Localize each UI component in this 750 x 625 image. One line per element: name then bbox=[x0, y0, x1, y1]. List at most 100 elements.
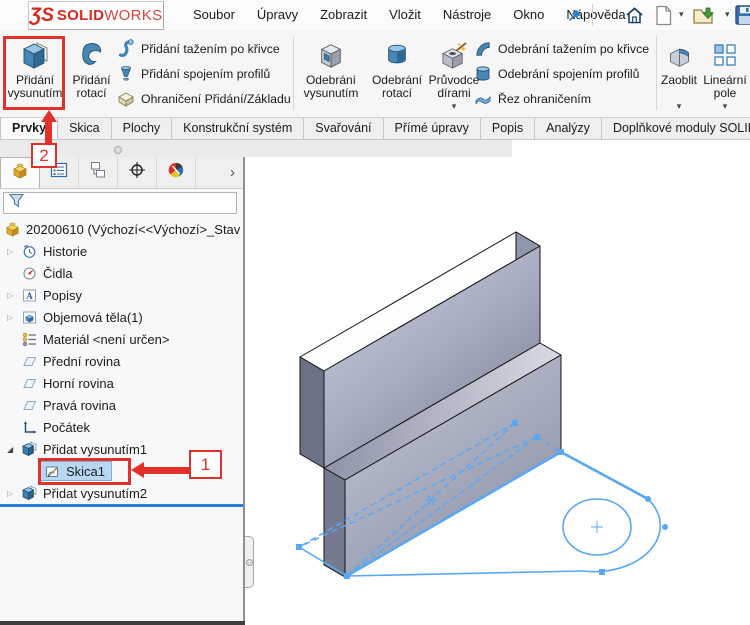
revolved-cut-button[interactable]: Odebrání rotací bbox=[368, 36, 426, 114]
configurations-icon bbox=[89, 161, 107, 184]
home-button[interactable] bbox=[622, 3, 646, 27]
revolved-boss-button[interactable]: Přidání rotací bbox=[69, 36, 114, 114]
tree-item-pocatek[interactable]: Počátek bbox=[0, 416, 241, 438]
sensors-icon bbox=[20, 266, 38, 281]
tree-filter-input[interactable] bbox=[3, 192, 237, 214]
new-document-button[interactable] bbox=[651, 3, 675, 27]
panel-tabs-overflow[interactable]: › bbox=[196, 157, 243, 188]
expand-caret-icon[interactable]: ▷ bbox=[0, 313, 20, 322]
open-document-button[interactable] bbox=[692, 3, 716, 27]
tree-item-label: Popisy bbox=[43, 287, 83, 303]
tree-root-label: 20200610 (Výchozí<<Výchozí>_Stav zob bbox=[26, 221, 241, 237]
tab-popis[interactable]: Popis bbox=[481, 118, 536, 139]
plane-icon bbox=[20, 376, 38, 391]
annotation-step-1: 1 bbox=[189, 450, 222, 479]
tree-item-material[interactable]: Materiál <není určen> bbox=[0, 328, 241, 350]
tree-item-horni-rovina[interactable]: Horní rovina bbox=[0, 372, 241, 394]
dimxpert-target-icon bbox=[128, 161, 146, 184]
model-part[interactable] bbox=[299, 231, 562, 578]
lofted-cut-button[interactable]: Odebrání spojením profilů bbox=[472, 61, 655, 86]
tree-item-objemova-tela[interactable]: ▷ Objemová těla(1) bbox=[0, 306, 241, 328]
tab-plochy[interactable]: Plochy bbox=[112, 118, 173, 139]
tree-item-historie[interactable]: ▷ Historie bbox=[0, 240, 241, 262]
tab-konstrukcni-system[interactable]: Konstrukční systém bbox=[172, 118, 305, 139]
sketch1-preview[interactable] bbox=[296, 420, 668, 579]
expand-caret-icon[interactable]: ▷ bbox=[0, 489, 20, 498]
display-sphere-icon bbox=[167, 161, 185, 184]
menu-soubor[interactable]: Soubor bbox=[182, 0, 246, 30]
tree-root-part[interactable]: 20200610 (Výchozí<<Výchozí>_Stav zob bbox=[0, 218, 241, 240]
fillet-dropdown[interactable]: ▾ bbox=[677, 102, 682, 111]
plane-icon bbox=[20, 354, 38, 369]
button-label-line: vysunutím bbox=[303, 86, 359, 100]
tab-svarovani[interactable]: Svařování bbox=[304, 118, 384, 139]
tree-item-cidla[interactable]: Čidla bbox=[0, 262, 241, 284]
boss-extrude-icon bbox=[20, 485, 38, 501]
tree-item-prava-rovina[interactable]: Pravá rovina bbox=[0, 394, 241, 416]
menu-vlozit[interactable]: Vložit bbox=[378, 0, 432, 30]
solid-bodies-icon bbox=[20, 310, 38, 325]
hole-wizard-button[interactable]: Průvodce dírami ▾ bbox=[429, 36, 479, 114]
lofted-boss-icon bbox=[115, 64, 137, 83]
tab-analyzy[interactable]: Analýzy bbox=[535, 118, 602, 139]
lofted-boss-button[interactable]: Přidání spojením profilů bbox=[115, 61, 292, 86]
tab-skica[interactable]: Skica bbox=[58, 118, 112, 139]
cut-revolve-icon bbox=[383, 36, 411, 74]
swept-cut-icon bbox=[472, 40, 494, 58]
linear-pattern-button[interactable]: Lineární pole ▾ bbox=[701, 36, 749, 114]
tree-item-label: Přidat vysunutím2 bbox=[43, 485, 148, 501]
open-document-dropdown[interactable]: ▾ bbox=[725, 9, 730, 20]
expand-caret-icon[interactable]: ◢ bbox=[0, 445, 20, 454]
tree-item-label: Historie bbox=[43, 243, 88, 259]
menu-zobrazit[interactable]: Zobrazit bbox=[309, 0, 378, 30]
swept-cut-button[interactable]: Odebrání tažením po křivce bbox=[472, 36, 655, 61]
tree-item-pridat-vysunutim2[interactable]: ▷ Přidat vysunutím2 bbox=[0, 482, 241, 504]
part-icon bbox=[3, 221, 21, 238]
extruded-cut-button[interactable]: Odebrání vysunutím bbox=[299, 36, 363, 114]
boundary-cut-button[interactable]: Řez ohraničením bbox=[472, 86, 655, 111]
button-label: Ohraničení Přidání/Základu bbox=[141, 91, 291, 106]
filter-funnel-icon bbox=[8, 192, 25, 214]
tab-prime-upravy[interactable]: Přímé úpravy bbox=[384, 118, 481, 139]
tab-doplnkove-moduly[interactable]: Doplňkové moduly SOLIDWORKS bbox=[602, 118, 750, 139]
tree-item-label: Objemová těla(1) bbox=[43, 309, 143, 325]
configurationmanager-tab[interactable] bbox=[79, 157, 118, 188]
swept-boss-button[interactable]: Přidání tažením po křivce bbox=[115, 36, 292, 61]
hole-wizard-dropdown[interactable]: ▾ bbox=[452, 102, 457, 111]
annotations-folder-icon: A bbox=[20, 288, 38, 303]
fillet-button[interactable]: Zaoblit ▾ bbox=[658, 36, 700, 114]
button-label: Přidání spojením profilů bbox=[141, 66, 271, 81]
boundary-boss-icon bbox=[115, 90, 137, 108]
menu-okno[interactable]: Okno bbox=[502, 0, 555, 30]
boundary-boss-button[interactable]: Ohraničení Přidání/Základu bbox=[115, 86, 292, 111]
sketch-vertex-handles bbox=[296, 420, 668, 579]
menu-nastroje[interactable]: Nástroje bbox=[432, 0, 502, 30]
panel-collapse-handle[interactable] bbox=[245, 536, 254, 588]
collapse-dot-icon bbox=[245, 558, 253, 566]
boundary-cut-icon bbox=[472, 90, 494, 108]
tree-splitter[interactable] bbox=[0, 504, 243, 507]
tree-item-popisy[interactable]: ▷ A Popisy bbox=[0, 284, 241, 306]
solidworks-logo: ƷS SOLID WORKS bbox=[28, 1, 164, 30]
expand-caret-icon[interactable]: ▷ bbox=[0, 247, 20, 256]
boss-commands-column: Přidání tažením po křivce Přidání spojen… bbox=[115, 36, 292, 111]
button-label: Odebrání spojením profilů bbox=[498, 66, 640, 81]
tree-item-predni-rovina[interactable]: Přední rovina bbox=[0, 350, 241, 372]
displaymanager-tab[interactable] bbox=[157, 157, 196, 188]
bottom-edge-bar bbox=[0, 621, 245, 625]
expand-caret-icon[interactable]: ▷ bbox=[0, 291, 20, 300]
logo-text-light: WORKS bbox=[104, 7, 163, 24]
pin-menu-icon[interactable] bbox=[562, 3, 586, 27]
save-button[interactable] bbox=[733, 3, 750, 27]
button-label-line: dírami bbox=[437, 86, 471, 100]
panel-top-strip bbox=[0, 140, 512, 157]
panel-splitter-handle[interactable] bbox=[114, 146, 122, 154]
menu-upravy[interactable]: Úpravy bbox=[246, 0, 309, 30]
tree-item-label: Přední rovina bbox=[43, 353, 121, 369]
dimxpertmanager-tab[interactable] bbox=[118, 157, 157, 188]
ribbon-separator bbox=[656, 36, 657, 110]
swept-boss-icon bbox=[115, 39, 137, 58]
new-document-dropdown[interactable]: ▾ bbox=[679, 9, 684, 20]
linear-pattern-dropdown[interactable]: ▾ bbox=[723, 102, 728, 111]
cut-commands-column: Odebrání tažením po křivce Odebrání spoj… bbox=[472, 36, 655, 111]
